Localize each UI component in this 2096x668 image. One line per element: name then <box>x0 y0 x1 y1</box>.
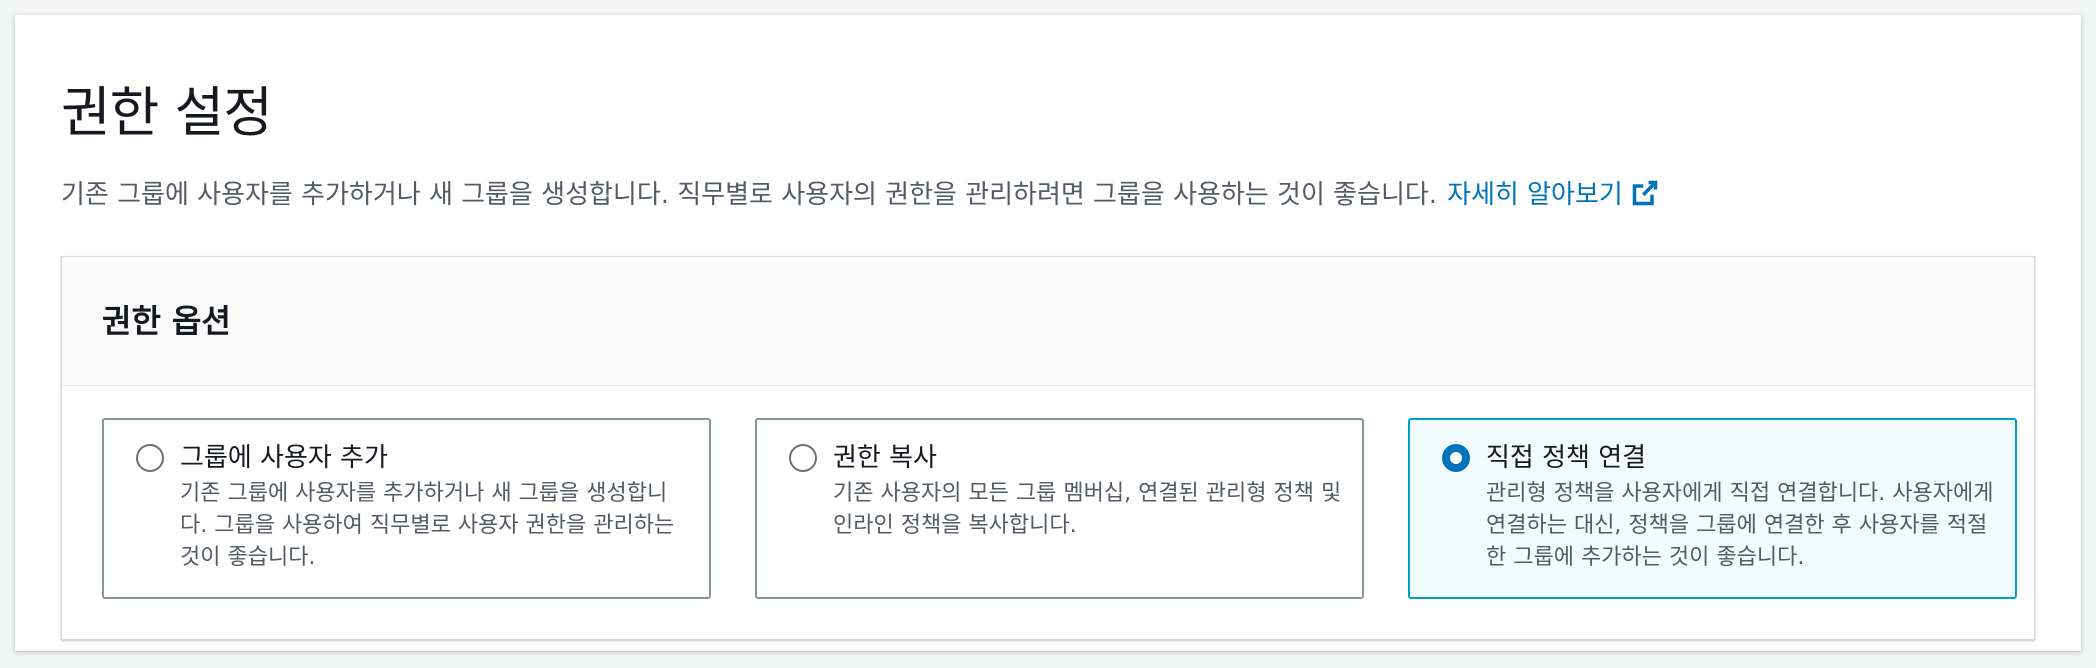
learn-more-link[interactable]: 자세히 알아보기 <box>1447 180 1659 210</box>
tile-description: 기존 그룹에 사용자를 추가하거나 새 그룹을 생성합니다. 그룹을 사용하여 … <box>180 481 675 570</box>
learn-more-label: 자세히 알아보기 <box>1447 180 1623 210</box>
tile-label: 그룹에 사용자 추가 <box>180 443 388 473</box>
tile-copy-permissions[interactable]: 권한 복사 기존 사용자의 모든 그룹 멤버십, 연결된 관리형 정책 및 인라… <box>755 418 1364 599</box>
radio-copy-permissions[interactable] <box>789 444 817 472</box>
tile-description: 관리형 정책을 사용자에게 직접 연결합니다. 사용자에게 연결하는 대신, 정… <box>1486 481 1994 570</box>
tile-description: 기존 사용자의 모든 그룹 멤버십, 연결된 관리형 정책 및 인라인 정책을 … <box>833 481 1342 538</box>
tile-attach-policies[interactable]: 직접 정책 연결 관리형 정책을 사용자에게 직접 연결합니다. 사용자에게 연… <box>1408 418 2017 599</box>
external-link-icon <box>1632 180 1658 206</box>
tile-add-to-group[interactable]: 그룹에 사용자 추가 기존 그룹에 사용자를 추가하거나 새 그룹을 생성합니다… <box>102 418 711 599</box>
tile-label: 권한 복사 <box>833 443 937 473</box>
permission-options-panel: 권한 옵션 그룹에 사용자 추가 기존 그룹에 사용자를 추가하거나 새 그룹을… <box>61 256 2035 640</box>
permissions-page: 권한 설정 기존 그룹에 사용자를 추가하거나 새 그룹을 생성합니다. 직무별… <box>15 15 2081 651</box>
radio-add-to-group[interactable] <box>136 444 164 472</box>
description-text: 기존 그룹에 사용자를 추가하거나 새 그룹을 생성합니다. 직무별로 사용자의… <box>61 180 1438 210</box>
panel-header: 권한 옵션 <box>62 257 2034 386</box>
page-title: 권한 설정 <box>61 81 273 144</box>
radio-attach-policies[interactable] <box>1442 444 1470 472</box>
page-description: 기존 그룹에 사용자를 추가하거나 새 그룹을 생성합니다. 직무별로 사용자의… <box>61 175 1659 215</box>
tile-label: 직접 정책 연결 <box>1486 443 1647 473</box>
panel-title: 권한 옵션 <box>102 302 231 340</box>
